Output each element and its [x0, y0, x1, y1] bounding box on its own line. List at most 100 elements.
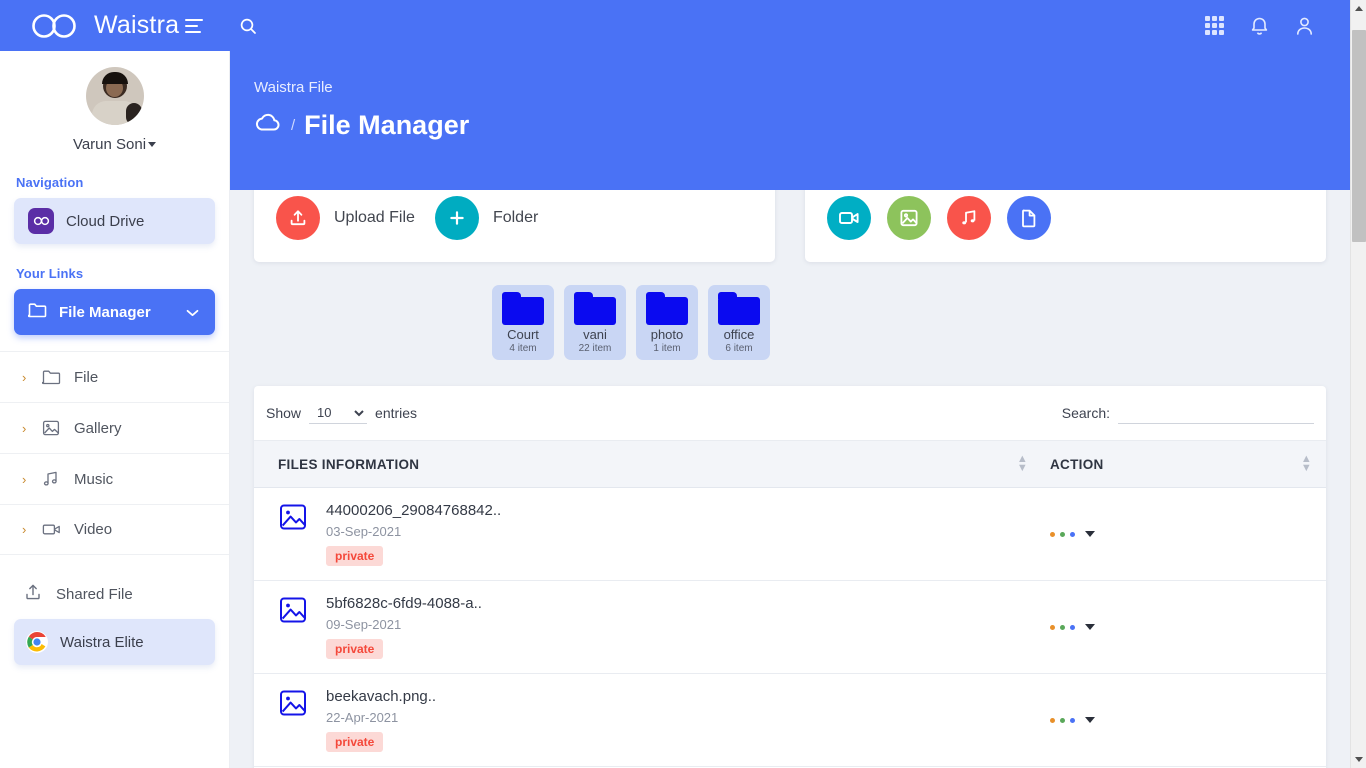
three-dots-menu-icon[interactable]: [1050, 531, 1095, 537]
folder-name: Court: [507, 327, 539, 342]
folder-name: office: [723, 327, 755, 342]
file-date: 22-Apr-2021: [326, 710, 399, 725]
status-badge: private: [326, 546, 384, 566]
image-file-icon: [278, 688, 308, 723]
sidebar-item-label: Shared File: [56, 585, 133, 603]
folder-card[interactable]: photo 1 item: [636, 285, 698, 360]
sidebar-item-shared-file[interactable]: Shared File: [0, 569, 229, 619]
links-section-title: Your Links: [16, 266, 84, 281]
brand[interactable]: Waistra: [30, 11, 179, 40]
folder-icon: [42, 369, 74, 385]
files-table-panel: Show 102550100 entries Search: FILES INF…: [254, 386, 1326, 768]
folder-icon: [574, 292, 616, 325]
entries-select[interactable]: 102550100: [309, 402, 368, 424]
bell-icon[interactable]: [1250, 16, 1269, 36]
sidebar-item-file[interactable]: › File: [0, 351, 229, 402]
folder-item-count: 6 item: [725, 343, 753, 354]
folder-card[interactable]: office 6 item: [708, 285, 770, 360]
upload-file-button[interactable]: [276, 196, 320, 240]
chevron-right-icon: ›: [22, 369, 27, 385]
scroll-up-arrow[interactable]: [1351, 0, 1366, 17]
entries-label: entries: [375, 405, 418, 421]
grid-apps-icon[interactable]: [1205, 16, 1224, 35]
caret-down-icon: [148, 142, 157, 147]
folder-icon: [502, 292, 544, 325]
user-account-icon[interactable]: [1295, 16, 1314, 36]
image-file-icon: [278, 595, 308, 630]
sidebar-item-label: File: [74, 368, 99, 386]
folder-item-count: 1 item: [653, 343, 681, 354]
three-dots-menu-icon[interactable]: [1050, 717, 1095, 723]
music-filter-button[interactable]: [947, 196, 991, 240]
sidebar-item-label: Music: [74, 470, 114, 488]
sidebar-item-file-manager[interactable]: File Manager: [14, 289, 215, 335]
file-info-cell: 44000206_29084768842.. 03-Sep-2021 private: [254, 488, 1036, 580]
breadcrumb: / File Manager: [254, 110, 1350, 141]
column-label: ACTION: [1050, 456, 1104, 472]
table-row[interactable]: beekavach.png.. 22-Apr-2021 private: [254, 674, 1326, 767]
sidebar-sub-list: › File › Gallery › Music › Video: [0, 351, 229, 555]
chevron-right-icon: ›: [22, 522, 27, 537]
sidebar: Varun Soni Navigation Cloud Drive Your L…: [0, 51, 230, 768]
table-row[interactable]: 44000206_29084768842.. 03-Sep-2021 private: [254, 488, 1326, 581]
navigation-section-title: Navigation: [16, 175, 84, 190]
infinity-icon: [28, 208, 54, 234]
column-label: FILES INFORMATION: [278, 456, 420, 472]
file-date: 09-Sep-2021: [326, 617, 402, 632]
sidebar-item-waistra-elite[interactable]: Waistra Elite: [14, 619, 215, 665]
waistra-elite-icon: [26, 631, 48, 653]
file-filter-button[interactable]: [1007, 196, 1051, 240]
sidebar-item-cloud-drive[interactable]: Cloud Drive: [14, 198, 215, 244]
image-icon: [42, 419, 74, 437]
image-filter-button[interactable]: [887, 196, 931, 240]
table-toolbar: Show 102550100 entries Search:: [254, 386, 1326, 440]
sidebar-item-video[interactable]: › Video: [0, 504, 229, 555]
table-body: 44000206_29084768842.. 03-Sep-2021 private…: [254, 488, 1326, 768]
table-row[interactable]: 5bf6828c-6fd9-4088-a.. 09-Sep-2021 private: [254, 581, 1326, 674]
caret-down-icon: [1085, 531, 1095, 537]
hamburger-menu-icon[interactable]: [185, 18, 207, 34]
folder-icon: [646, 292, 688, 325]
folder-icon: [718, 292, 760, 325]
folder-card[interactable]: Court 4 item: [492, 285, 554, 360]
image-file-icon: [278, 502, 308, 537]
three-dots-menu-icon[interactable]: [1050, 624, 1095, 630]
video-filter-button[interactable]: [827, 196, 871, 240]
folder-card[interactable]: vani 22 item: [564, 285, 626, 360]
file-date: 03-Sep-2021: [326, 524, 402, 539]
sidebar-item-label: Cloud Drive: [66, 212, 145, 230]
folder-name: vani: [583, 327, 607, 342]
folder-icon: [27, 302, 47, 322]
sidebar-item-music[interactable]: › Music: [0, 453, 229, 504]
search-icon[interactable]: [239, 17, 257, 35]
show-label: Show: [266, 405, 302, 421]
folder-item-count: 22 item: [578, 343, 612, 354]
profile-name-dropdown[interactable]: Varun Soni: [0, 136, 229, 153]
file-info-cell: 5bf6828c-6fd9-4088-a.. 09-Sep-2021 private: [254, 581, 1036, 673]
column-header-action[interactable]: ACTION ▲ ▼: [1036, 454, 1326, 474]
infinity-logo-icon: [30, 12, 84, 40]
scroll-down-arrow[interactable]: [1351, 751, 1366, 768]
page-scrollbar[interactable]: [1350, 0, 1366, 768]
scrollbar-thumb[interactable]: [1352, 30, 1366, 242]
avatar[interactable]: [85, 67, 144, 125]
cloud-icon[interactable]: [254, 113, 282, 138]
search-input[interactable]: [1118, 402, 1314, 424]
share-upload-icon: [24, 583, 42, 605]
sidebar-item-gallery[interactable]: › Gallery: [0, 402, 229, 453]
chevron-down-icon: [186, 304, 199, 321]
video-camera-icon: [42, 522, 74, 537]
upload-file-label: Upload File: [334, 209, 415, 226]
column-header-files-information[interactable]: FILES INFORMATION ▲ ▼: [254, 454, 1036, 474]
file-meta: 5bf6828c-6fd9-4088-a.. 09-Sep-2021 private: [326, 595, 482, 659]
create-folder-button[interactable]: [434, 196, 479, 240]
navbar-right-actions: [1205, 16, 1314, 36]
file-meta: 44000206_29084768842.. 03-Sep-2021 private: [326, 502, 501, 566]
sidebar-item-label: Waistra Elite: [60, 633, 144, 651]
table-header-row: FILES INFORMATION ▲ ▼ ACTION ▲ ▼: [254, 440, 1326, 488]
folder-name: photo: [650, 327, 684, 342]
caret-down-icon: [1085, 624, 1095, 630]
sidebar-item-label: File Manager: [59, 303, 151, 321]
music-note-icon: [42, 470, 74, 488]
show-entries-control: Show 102550100 entries: [266, 402, 417, 424]
